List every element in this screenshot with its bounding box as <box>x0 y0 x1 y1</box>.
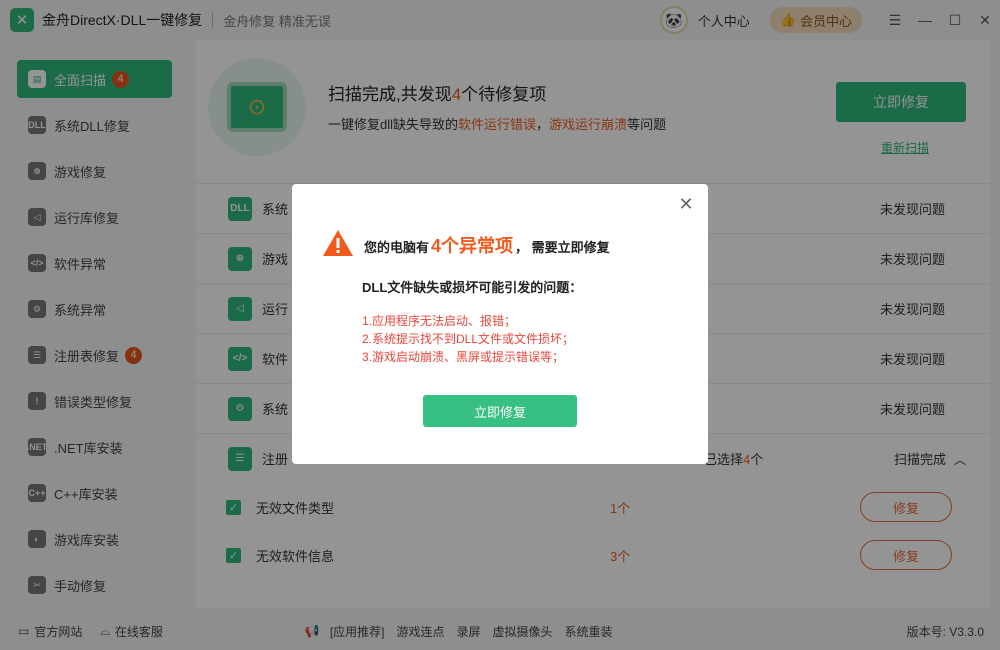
heading-text: 您的电脑有 <box>364 240 430 255</box>
anomaly-count: 4个异常项 <box>431 236 514 256</box>
close-icon[interactable]: ✕ <box>676 194 696 214</box>
repair-dialog: ✕ 您的电脑有 4个异常项， 需要立即修复 DLL文件缺失或损坏可能引发的问题： … <box>292 184 708 464</box>
dialog-heading: 您的电脑有 4个异常项， 需要立即修复 <box>364 232 610 258</box>
dialog-repair-button[interactable]: 立即修复 <box>423 395 577 427</box>
issue-item: 3.游戏启动崩溃、黑屏或提示错误等； <box>362 350 565 364</box>
issue-list: 1.应用程序无法启动、报错； 2.系统提示找不到DLL文件或文件损坏； 3.游戏… <box>362 312 574 366</box>
warning-icon <box>323 230 353 256</box>
dialog-subtitle: DLL文件缺失或损坏可能引发的问题： <box>362 280 583 295</box>
heading-text: ， 需要立即修复 <box>515 240 610 255</box>
issue-item: 1.应用程序无法启动、报错； <box>362 314 517 328</box>
issue-item: 2.系统提示找不到DLL文件或文件损坏； <box>362 332 575 346</box>
